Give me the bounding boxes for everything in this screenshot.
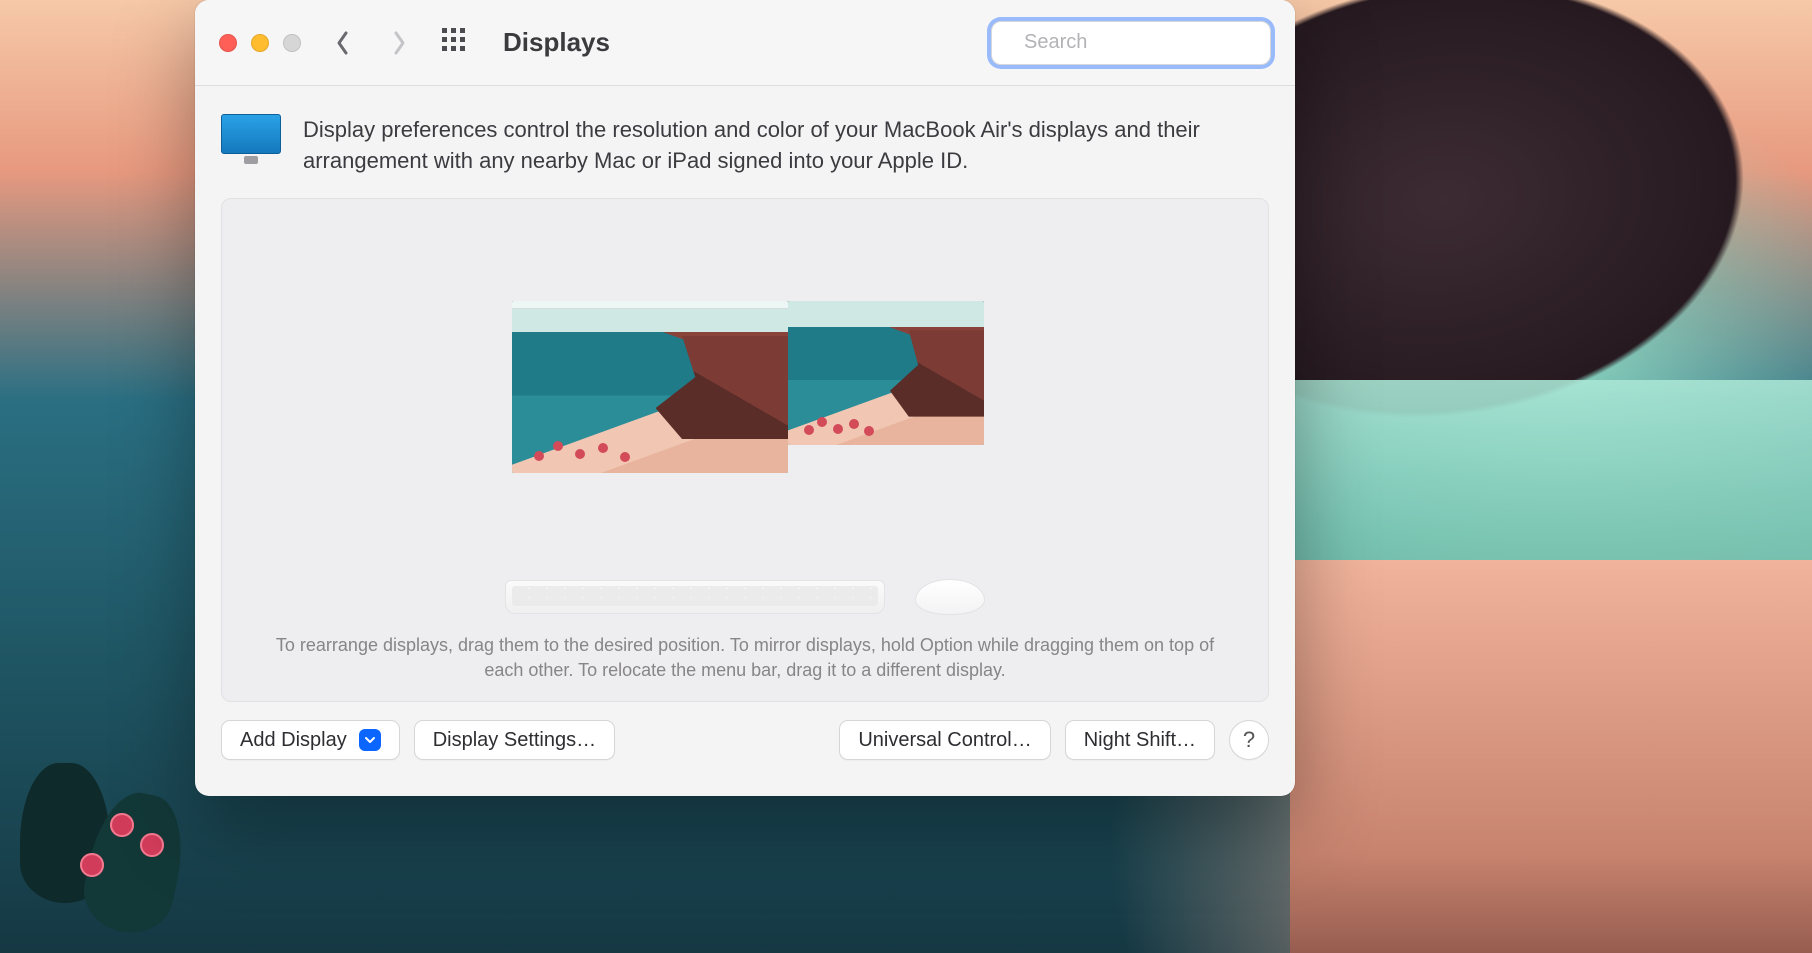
add-display-button[interactable]: Add Display: [221, 720, 400, 760]
arrangement-panel: To rearrange displays, drag them to the …: [221, 198, 1269, 702]
zoom-button[interactable]: [283, 34, 301, 52]
keyboard-mouse-row: [222, 567, 1268, 627]
content-area: Display preferences control the resoluti…: [195, 86, 1295, 796]
show-all-icon[interactable]: [441, 27, 467, 58]
night-shift-button[interactable]: Night Shift…: [1065, 720, 1215, 760]
display-settings-label: Display Settings…: [433, 729, 596, 752]
night-shift-label: Night Shift…: [1084, 729, 1196, 752]
close-button[interactable]: [219, 34, 237, 52]
menu-bar-indicator[interactable]: [512, 301, 788, 309]
arrangement-area[interactable]: [222, 199, 1268, 567]
help-label: ?: [1243, 727, 1255, 753]
display-settings-button[interactable]: Display Settings…: [414, 720, 615, 760]
window-controls: [219, 34, 301, 52]
mouse-icon: [915, 579, 985, 615]
footer-buttons: Add Display Display Settings… Universal …: [221, 702, 1269, 760]
universal-control-button[interactable]: Universal Control…: [839, 720, 1050, 760]
search-field[interactable]: [991, 21, 1271, 65]
system-preferences-window: Displays Display preferences control the…: [195, 0, 1295, 796]
forward-button[interactable]: [385, 25, 413, 61]
display-secondary[interactable]: [788, 301, 984, 445]
add-display-label: Add Display: [240, 729, 347, 752]
universal-control-label: Universal Control…: [858, 729, 1031, 752]
display-wallpaper-thumb: [788, 301, 984, 445]
search-input[interactable]: [1024, 31, 1289, 54]
intro-row: Display preferences control the resoluti…: [221, 114, 1269, 176]
displays-icon: [221, 114, 281, 164]
display-primary[interactable]: [512, 301, 788, 473]
back-button[interactable]: [329, 25, 357, 61]
titlebar: Displays: [195, 0, 1295, 86]
minimize-button[interactable]: [251, 34, 269, 52]
window-title: Displays: [503, 27, 610, 58]
arrangement-hint: To rearrange displays, drag them to the …: [222, 627, 1268, 701]
chevron-down-icon: [359, 729, 381, 751]
display-wallpaper-thumb: [512, 301, 788, 473]
help-button[interactable]: ?: [1229, 720, 1269, 760]
keyboard-icon: [505, 580, 885, 614]
intro-text: Display preferences control the resoluti…: [303, 114, 1269, 176]
wallpaper-sand: [1290, 560, 1812, 953]
